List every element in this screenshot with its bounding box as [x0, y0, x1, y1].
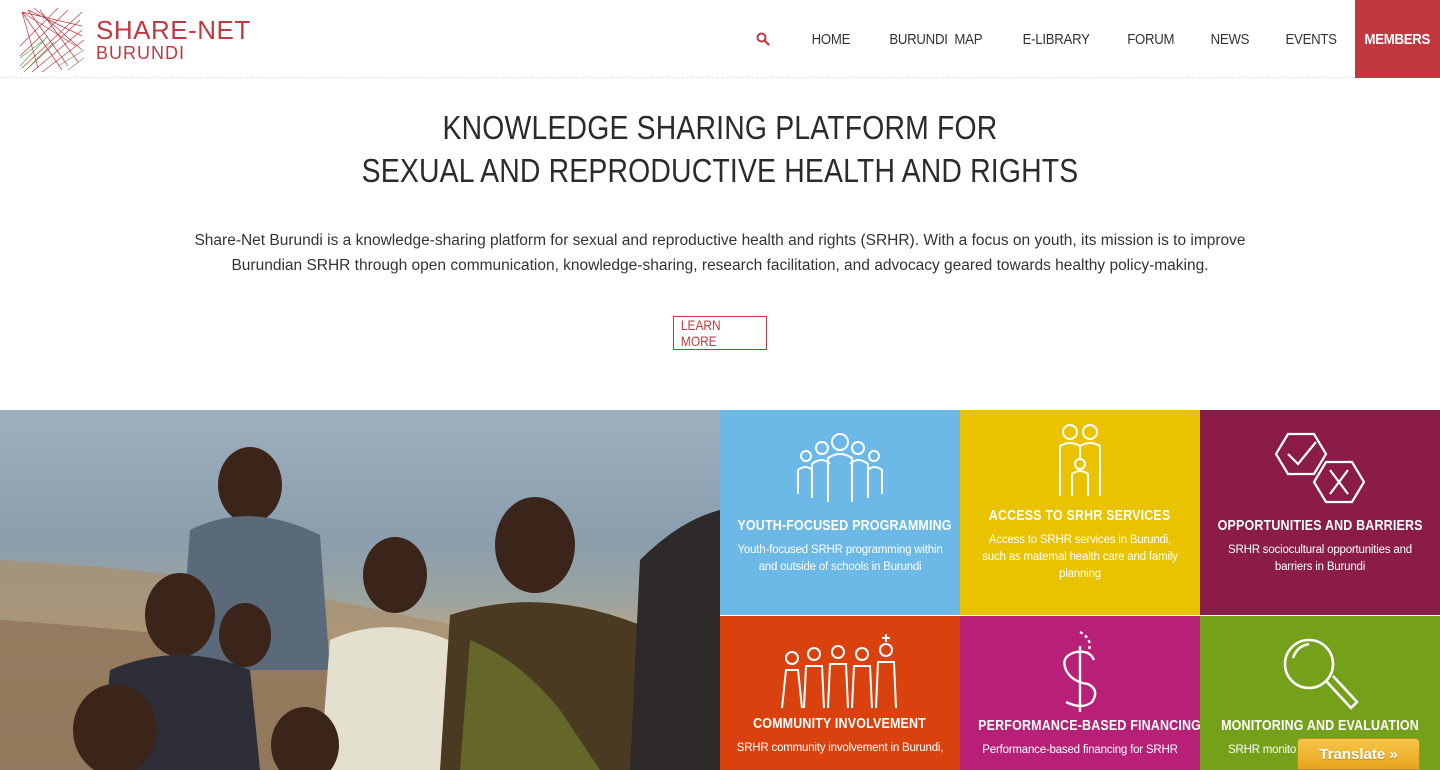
tile-description: SRHR sociocultural opportunities and bar… — [1228, 544, 1412, 573]
search-icon — [756, 32, 770, 46]
tile-title: COMMUNITY INVOLVEMENT — [753, 716, 927, 732]
learn-more-label: LEARN MORE — [680, 317, 721, 349]
nav-item-home[interactable]: HOME — [798, 0, 863, 78]
translate-button[interactable]: Translate » — [1297, 738, 1420, 770]
nav-item-news[interactable]: NEWS — [1197, 0, 1262, 78]
check-cross-icon — [1274, 432, 1366, 504]
main-nav: HOME BURUNDI MAP E-LIBRARY FORUM NEWS EV… — [744, 0, 1440, 78]
topic-tiles-grid: YOUTH-FOCUSED PROGRAMMING Youth-focused … — [720, 410, 1440, 770]
nav-item-members[interactable]: MEMBERS — [1355, 0, 1440, 78]
members-label: MEMBERS — [1364, 30, 1431, 48]
nav-item-forum[interactable]: FORUM — [1114, 0, 1187, 78]
nav-search-button[interactable] — [744, 0, 782, 78]
nav-item-events[interactable]: EVENTS — [1272, 0, 1350, 78]
learn-more-button[interactable]: LEARN MORE — [673, 316, 767, 350]
hero-description: Share-Net Burundi is a knowledge-sharing… — [194, 232, 1246, 274]
tile-community-involvement[interactable]: COMMUNITY INVOLVEMENT SRHR community inv… — [720, 616, 960, 770]
site-header: SHARE-NET BURUNDI HOME BURUNDI MAP E-LIB… — [0, 0, 1440, 78]
tile-youth-focused-programming[interactable]: YOUTH-FOCUSED PROGRAMMING Youth-focused … — [720, 410, 960, 615]
tile-access-to-srhr-services[interactable]: ACCESS TO SRHR SERVICES Access to SRHR s… — [960, 410, 1200, 615]
hero-title-line1: KNOWLEDGE SHARING PLATFORM FOR — [442, 109, 998, 146]
brand-name-line2: BURUNDI — [96, 43, 186, 63]
nav-item-e-library[interactable]: E-LIBRARY — [1010, 0, 1103, 78]
tile-title: YOUTH-FOCUSED PROGRAMMING — [737, 518, 952, 534]
family-icon — [1059, 424, 1101, 496]
tile-title: PERFORMANCE-BASED FINANCING — [978, 718, 1200, 734]
magnifier-icon — [1283, 638, 1359, 710]
brand-name-line1: SHARE-NET — [96, 15, 251, 45]
community-icon — [781, 634, 897, 709]
tile-description: SRHR community involvement in Burundi, — [736, 742, 944, 754]
tile-opportunities-and-barriers[interactable]: OPPORTUNITIES AND BARRIERS SRHR sociocul… — [1200, 410, 1440, 615]
nav-item-burundi-map[interactable]: BURUNDI MAP — [876, 0, 995, 78]
hero-photo — [0, 410, 720, 770]
tile-title: OPPORTUNITIES AND BARRIERS — [1217, 518, 1423, 534]
children-photo-illustration — [0, 447, 720, 770]
hero-title: KNOWLEDGE SHARING PLATFORM FOR SEXUAL AN… — [0, 106, 1440, 192]
dollar-icon — [1063, 630, 1097, 712]
tile-title: MONITORING AND EVALUATION — [1221, 718, 1419, 734]
tile-description: Access to SRHR services in Burundi, such… — [982, 534, 1178, 580]
hero-title-line2: SEXUAL AND REPRODUCTIVE HEALTH AND RIGHT… — [361, 152, 1079, 189]
logo-mark-icon — [19, 7, 85, 73]
tile-title: ACCESS TO SRHR SERVICES — [989, 508, 1171, 524]
youth-group-icon — [797, 433, 883, 502]
tile-description: Youth-focused SRHR programming within an… — [737, 544, 943, 573]
tile-description: Performance-based financing for SRHR — [982, 744, 1178, 756]
tile-performance-based-financing[interactable]: PERFORMANCE-BASED FINANCING Performance-… — [960, 616, 1200, 770]
site-logo[interactable]: SHARE-NET BURUNDI — [18, 6, 258, 74]
